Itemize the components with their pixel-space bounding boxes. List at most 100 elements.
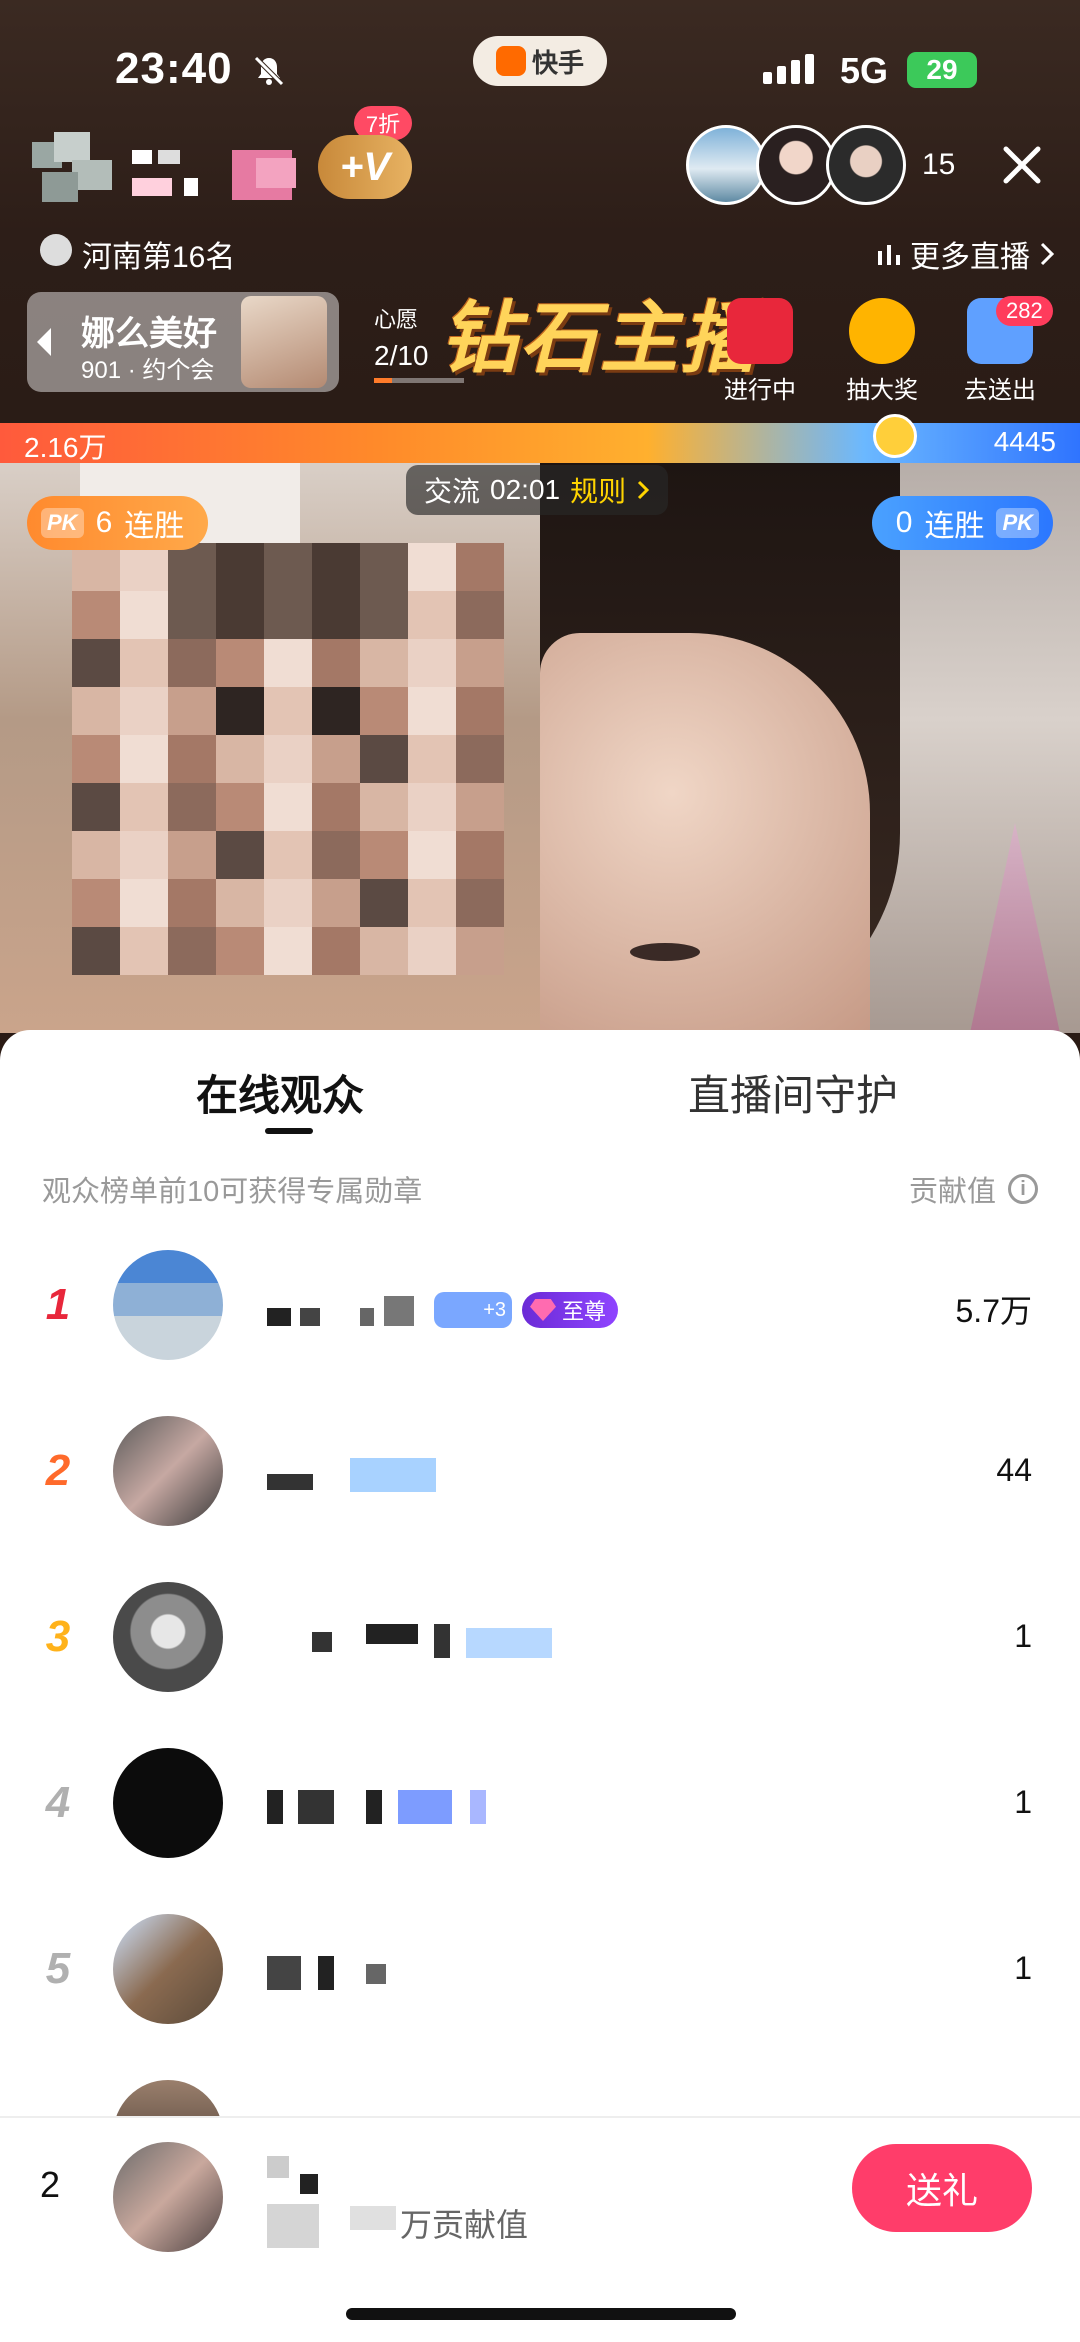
mosaic-cell xyxy=(408,879,456,927)
leaderboard-row[interactable]: 3 1 xyxy=(0,1582,1080,1692)
supreme-badge: 至尊 xyxy=(522,1292,619,1328)
mosaic-cell xyxy=(312,639,360,687)
rule-link[interactable]: 规则 xyxy=(570,470,626,510)
mosaic-cell xyxy=(312,879,360,927)
viewer-avatar-2[interactable] xyxy=(756,125,836,205)
mosaic-cell xyxy=(72,543,120,591)
promo-thumbnail xyxy=(241,296,327,388)
mosaic-cell xyxy=(264,639,312,687)
entry-ongoing[interactable]: 进行中 xyxy=(714,298,806,405)
mosaic-cell xyxy=(456,879,504,927)
decoration-tree xyxy=(970,823,1060,1033)
send-gift-button[interactable]: 送礼 xyxy=(852,2144,1032,2232)
mosaic-cell xyxy=(360,783,408,831)
wish-progress[interactable]: 2/10 xyxy=(374,340,429,372)
mosaic-cell xyxy=(216,687,264,735)
mosaic-cell xyxy=(120,879,168,927)
streamer-name[interactable] xyxy=(132,150,312,200)
mosaic-cell xyxy=(312,687,360,735)
recommended-stream-card[interactable]: 娜么美好 901 · 约个会 xyxy=(27,292,339,392)
mosaic-cell xyxy=(216,879,264,927)
avatar xyxy=(113,1416,223,1526)
my-avatar[interactable] xyxy=(113,2142,223,2252)
mosaic-cell xyxy=(216,591,264,639)
mosaic-cell xyxy=(264,687,312,735)
leaderboard-row[interactable]: 1 +3 至尊 5.7万 xyxy=(0,1250,1080,1360)
live-event-icon xyxy=(727,298,793,364)
entry-lottery[interactable]: 抽大奖 xyxy=(836,298,928,405)
rank-number: 4 xyxy=(45,1778,71,1827)
more-live-link[interactable]: 更多直播 xyxy=(876,232,1056,276)
mosaic-cell xyxy=(120,783,168,831)
mosaic-cell xyxy=(168,783,216,831)
leaderboard-row[interactable]: 4 1 xyxy=(0,1748,1080,1858)
mosaic-cell xyxy=(264,591,312,639)
lottery-icon xyxy=(849,298,915,364)
mosaic-cell xyxy=(456,831,504,879)
contribution-value: 1 xyxy=(1014,1950,1032,1986)
rank-number: 1 xyxy=(45,1280,71,1329)
arrow-left-icon xyxy=(37,328,51,356)
mosaic-cell xyxy=(168,687,216,735)
info-icon[interactable]: i xyxy=(1008,1174,1038,1204)
entry-label: 进行中 xyxy=(724,377,796,404)
home-indicator[interactable] xyxy=(346,2308,736,2320)
streak-label: 连胜 xyxy=(924,510,985,543)
streak-count: 6 xyxy=(95,506,113,539)
mosaic-cell xyxy=(360,543,408,591)
supreme-label: 至尊 xyxy=(562,1299,607,1324)
leaderboard-hint: 观众榜单前10可获得专属勋章 xyxy=(42,1176,423,1208)
mosaic-cell xyxy=(120,927,168,975)
mosaic-cell xyxy=(408,591,456,639)
entry-count-badge: 282 xyxy=(996,296,1053,326)
mosaic-cell xyxy=(408,687,456,735)
mosaic-cell xyxy=(264,543,312,591)
mosaic-cell xyxy=(360,735,408,783)
exchange-timer-value: 02:01 xyxy=(490,474,561,505)
mosaic-cell xyxy=(120,687,168,735)
leaderboard-row[interactable]: 5 1 xyxy=(0,1914,1080,2024)
rank-number: 5 xyxy=(45,1944,71,1993)
mosaic-cell xyxy=(216,831,264,879)
mosaic-cell xyxy=(216,927,264,975)
streak-label: 连胜 xyxy=(124,510,185,543)
mosaic-cell xyxy=(456,639,504,687)
mosaic-cell xyxy=(264,831,312,879)
live-room-screen: 23:40 快手 5G 29 7折 +V 15 河南第16名 更多直播 娜么美好… xyxy=(0,0,1080,2342)
bell-muted-icon xyxy=(254,56,284,86)
viewer-avatar-3[interactable] xyxy=(826,125,906,205)
mosaic-cell xyxy=(216,639,264,687)
tab-online-audience[interactable]: 在线观众 xyxy=(196,1062,364,1123)
mosaic-cell xyxy=(168,543,216,591)
pk-icon: PK xyxy=(996,508,1039,538)
bar-chart-icon xyxy=(878,245,900,265)
my-contribution-label: 万贡献值 xyxy=(400,2207,529,2243)
mosaic-cell xyxy=(120,543,168,591)
my-rank: 2 xyxy=(40,2164,61,2205)
mosaic-cell xyxy=(72,783,120,831)
mosaic-cell xyxy=(72,927,120,975)
contribution-header[interactable]: 贡献值 i xyxy=(909,1168,1038,1210)
mosaic-cell xyxy=(312,543,360,591)
win-streak-right[interactable]: 0 连胜 PK xyxy=(871,496,1053,550)
tab-room-guard[interactable]: 直播间守护 xyxy=(688,1062,898,1123)
promo-subtitle: 901 · 约个会 xyxy=(81,357,215,384)
mosaic-cell xyxy=(456,543,504,591)
region-rank[interactable]: 河南第16名 xyxy=(82,232,235,276)
app-badge: 快手 xyxy=(473,36,607,86)
viewer-avatar-1[interactable] xyxy=(686,125,766,205)
mosaic-cell xyxy=(360,687,408,735)
vip-follow-button[interactable]: +V xyxy=(318,135,412,199)
viewer-count[interactable]: 15 xyxy=(922,148,955,182)
exchange-timer[interactable]: 交流 02:01 规则 xyxy=(406,465,669,515)
mosaic-cell xyxy=(312,927,360,975)
streamer-avatar[interactable] xyxy=(32,132,120,206)
mosaic-cell xyxy=(216,543,264,591)
mosaic-cell xyxy=(72,591,120,639)
mosaic-cell xyxy=(360,591,408,639)
event-title[interactable]: 钻石主播 xyxy=(440,276,760,388)
leaderboard-row[interactable]: 2 44 xyxy=(0,1416,1080,1526)
mosaic-cell xyxy=(72,879,120,927)
win-streak-left[interactable]: PK 6 连胜 xyxy=(27,496,209,550)
close-icon[interactable] xyxy=(1000,143,1044,187)
